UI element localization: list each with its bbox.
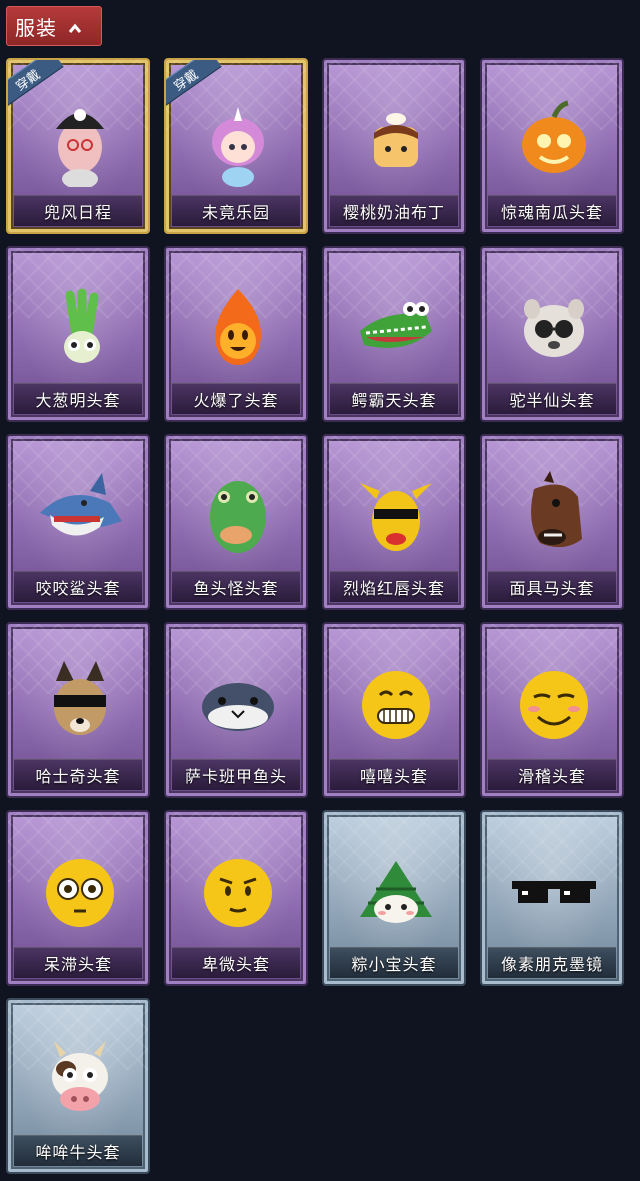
outfit-card[interactable]: 呆滞头套 (6, 810, 150, 986)
outfit-card[interactable]: 咬咬鲨头套 (6, 434, 150, 610)
outfit-card[interactable]: 惊魂南瓜头套 (480, 58, 624, 234)
outfit-card[interactable]: 哈士奇头套 (6, 622, 150, 798)
outfit-card[interactable]: 像素朋克墨镜 (480, 810, 624, 986)
outfit-card[interactable]: 火爆了头套 (164, 246, 308, 422)
outfit-card[interactable]: 面具马头套 (480, 434, 624, 610)
outfit-name: 鳄霸天头套 (330, 383, 458, 414)
dazed-emoji-icon (30, 834, 130, 944)
outfit-name: 粽小宝头套 (330, 947, 458, 978)
outfit-name: 咬咬鲨头套 (14, 571, 142, 602)
outfit-name: 兜风日程 (14, 195, 142, 226)
outfit-card[interactable]: 萨卡班甲鱼头 (164, 622, 308, 798)
zongzi-icon (346, 834, 446, 944)
outfit-name: 卑微头套 (172, 947, 300, 978)
crocodile-icon (346, 270, 446, 380)
outfit-card[interactable]: 穿戴 未竟乐园 (164, 58, 308, 234)
outfit-card[interactable]: 大葱明头套 (6, 246, 150, 422)
electric-mouse-icon (346, 458, 446, 568)
outfit-card[interactable]: 樱桃奶油布丁 (322, 58, 466, 234)
horse-head-icon (504, 458, 604, 568)
outfit-card[interactable]: 嘻嘻头套 (322, 622, 466, 798)
pudding-icon (346, 82, 446, 192)
humble-emoji-icon (188, 834, 288, 944)
scallion-icon (30, 270, 130, 380)
outfit-name: 未竟乐园 (172, 195, 300, 226)
fish-head-icon (188, 458, 288, 568)
cow-head-icon (30, 1022, 130, 1132)
outfit-name: 烈焰红唇头套 (330, 571, 458, 602)
fire-icon (188, 270, 288, 380)
outfit-card[interactable]: 鳄霸天头套 (322, 246, 466, 422)
funny-emoji-icon (504, 646, 604, 756)
pumpkin-icon (504, 82, 604, 192)
outfit-card[interactable]: 驼半仙头套 (480, 246, 624, 422)
outfit-name: 滑稽头套 (488, 759, 616, 790)
outfit-card[interactable]: 哞哞牛头套 (6, 998, 150, 1174)
grin-emoji-icon (346, 646, 446, 756)
husky-icon (30, 646, 130, 756)
shark-icon (30, 458, 130, 568)
outfit-name: 惊魂南瓜头套 (488, 195, 616, 226)
outfit-name: 萨卡班甲鱼头 (172, 759, 300, 790)
outfit-card[interactable]: 穿戴 兜风日程 (6, 58, 150, 234)
alpaca-icon (504, 270, 604, 380)
pixel-sunglasses-icon (504, 834, 604, 944)
pig-girl-cap-icon (30, 82, 130, 192)
outfit-card[interactable]: 烈焰红唇头套 (322, 434, 466, 610)
outfit-name: 像素朋克墨镜 (488, 947, 616, 978)
outfit-name: 哞哞牛头套 (14, 1135, 142, 1166)
outfit-card[interactable]: 滑稽头套 (480, 622, 624, 798)
outfit-category-toggle[interactable]: 服装 (6, 6, 102, 46)
outfit-card[interactable]: 粽小宝头套 (322, 810, 466, 986)
outfit-name: 樱桃奶油布丁 (330, 195, 458, 226)
outfit-name: 大葱明头套 (14, 383, 142, 414)
outfit-card[interactable]: 卑微头套 (164, 810, 308, 986)
outfit-name: 呆滞头套 (14, 947, 142, 978)
whale-fish-icon (188, 646, 288, 756)
outfit-name: 面具马头套 (488, 571, 616, 602)
unicorn-girl-icon (188, 82, 288, 192)
outfit-card[interactable]: 鱼头怪头套 (164, 434, 308, 610)
outfit-name: 嘻嘻头套 (330, 759, 458, 790)
outfit-name: 哈士奇头套 (14, 759, 142, 790)
outfit-name: 驼半仙头套 (488, 383, 616, 414)
chevron-up-icon (67, 18, 83, 34)
outfit-name: 火爆了头套 (172, 383, 300, 414)
outfit-name: 鱼头怪头套 (172, 571, 300, 602)
outfit-category-label: 服装 (15, 15, 57, 40)
